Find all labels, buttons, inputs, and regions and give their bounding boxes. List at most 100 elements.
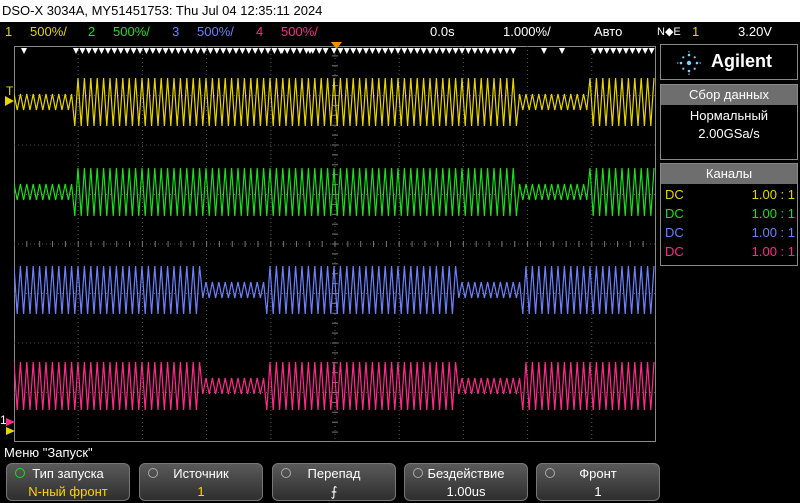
ground-arrow-icon — [6, 418, 15, 435]
softkey-trigger-type[interactable]: Тип запуска N-ный фронт — [6, 463, 130, 501]
trigger-mode[interactable]: Авто — [594, 22, 622, 42]
channel-status-bar: 1 500%/ 2 500%/ 3 500%/ 4 500%/ 0.0s 1.0… — [0, 22, 800, 42]
softkey-label: Бездействие — [427, 466, 505, 481]
softkey-value: N-ный фронт — [28, 484, 108, 499]
ch4-scale[interactable]: 500%/ — [281, 22, 318, 42]
trigger-tick-icon — [169, 48, 175, 54]
ch1-scale[interactable]: 500%/ — [30, 22, 67, 42]
trigger-tick-icon — [414, 48, 421, 54]
acquisition-box[interactable]: Сбор данных Нормальный 2.00GSa/s — [660, 84, 798, 160]
trigger-tick-icon — [629, 48, 636, 54]
softkey-label: Источник — [173, 466, 229, 481]
trigger-tick-icon — [635, 48, 642, 54]
agilent-spark-icon — [677, 51, 701, 75]
trigger-position-icon[interactable] — [331, 42, 343, 50]
softkey-label: Тип запуска — [32, 466, 104, 481]
ch4-number[interactable]: 4 — [256, 22, 263, 42]
softkey-idle-time[interactable]: Бездействие 1.00us — [404, 463, 528, 501]
brand-box: Agilent — [660, 44, 798, 80]
ch4-probe-ratio: 1.00 : 1 — [751, 244, 795, 259]
trigger-tick-icon — [465, 48, 472, 54]
trigger-tick-icon — [427, 48, 433, 54]
channel-row-4: DC 1.00 : 1 — [665, 242, 795, 261]
timebase-scale[interactable]: 1.000%/ — [503, 22, 551, 42]
trigger-tick-icon — [401, 48, 408, 54]
trigger-source[interactable]: 1 — [692, 22, 699, 42]
ch1-number[interactable]: 1 — [5, 22, 12, 42]
trigger-tick-icon — [226, 48, 233, 54]
trigger-tick-icon — [388, 48, 395, 54]
trigger-tick-icon — [484, 48, 491, 54]
waveform-display[interactable] — [14, 46, 656, 442]
trigger-tick-icon — [239, 48, 246, 54]
ch1-coupling: DC — [665, 187, 684, 202]
brand-logo-text: Agilent — [711, 51, 772, 71]
trigger-tick-icon — [452, 48, 459, 54]
horizontal-delay[interactable]: 0.0s — [430, 22, 455, 42]
ch3-probe-ratio: 1.00 : 1 — [751, 225, 795, 240]
trigger-tick-icon — [623, 48, 629, 54]
trigger-tick-icon — [478, 48, 485, 54]
ch4-coupling: DC — [665, 244, 684, 259]
trigger-tick-icon — [491, 48, 497, 54]
ch3-coupling: DC — [665, 225, 684, 240]
ch3-scale[interactable]: 500%/ — [197, 22, 234, 42]
trigger-tick-icon — [98, 48, 105, 54]
ch3-waveform — [14, 265, 655, 315]
ch1-waveform — [14, 77, 655, 127]
softkey-label: Перепад — [307, 466, 361, 481]
trigger-tick-icon — [284, 48, 291, 54]
trigger-tick-icon — [382, 48, 389, 54]
trigger-tick-icon — [350, 48, 357, 54]
trigger-tick-icon — [130, 48, 137, 54]
softkey-value: 1 — [594, 484, 602, 499]
trigger-tick-icon — [433, 48, 440, 54]
channel-row-1: DC 1.00 : 1 — [665, 185, 795, 204]
trigger-tick-icon — [258, 48, 265, 54]
trigger-type-icon: N◆E — [657, 26, 681, 38]
trigger-tick-icon — [143, 48, 150, 54]
trigger-tick-icon — [603, 48, 610, 54]
trigger-tick-icon — [181, 48, 188, 54]
title-bar: DSO-X 3034A, MY51451753: Thu Jul 04 12:3… — [0, 0, 800, 22]
trigger-tick-icon — [356, 48, 363, 54]
channels-box[interactable]: Каналы DC 1.00 : 1 DC 1.00 : 1 DC 1.00 :… — [660, 163, 798, 266]
trigger-tick-icon — [290, 48, 297, 54]
rising-edge-icon: ⨍ — [330, 484, 338, 499]
trigger-tick-icon — [648, 48, 655, 54]
trigger-tick-icon — [207, 48, 214, 54]
trigger-tick-icon — [213, 48, 220, 54]
ch2-probe-ratio: 1.00 : 1 — [751, 206, 795, 221]
ch2-waveform — [14, 167, 655, 217]
trigger-tick-icon — [559, 48, 565, 54]
softkey-label: Фронт — [579, 466, 617, 481]
channel-row-2: DC 1.00 : 1 — [665, 204, 795, 223]
trigger-tick-icon — [220, 48, 227, 54]
trigger-tick-icon — [117, 48, 124, 54]
ch2-scale[interactable]: 500%/ — [113, 22, 150, 42]
channel-row-3: DC 1.00 : 1 — [665, 223, 795, 242]
trigger-tick-icon — [149, 48, 156, 54]
trigger-tick-icon — [124, 48, 131, 54]
ch3-number[interactable]: 3 — [172, 22, 179, 42]
trigger-tick-icon — [446, 48, 453, 54]
softkey-edge[interactable]: Фронт 1 — [536, 463, 660, 501]
trigger-tick-icon — [343, 48, 350, 54]
trigger-level[interactable]: 3.20V — [738, 22, 772, 42]
trigger-tick-icon — [252, 48, 259, 54]
trigger-tick-icon — [375, 48, 382, 54]
sample-rate: 2.00GSa/s — [698, 126, 760, 141]
softkey-source[interactable]: Источник 1 — [139, 463, 263, 501]
trigger-tick-icon — [363, 48, 369, 54]
trigger-tick-icon — [316, 48, 323, 54]
channels-header: Каналы — [661, 164, 797, 184]
softkey-slope[interactable]: Перепад ⨍ — [272, 463, 396, 501]
trigger-tick-icon — [471, 48, 478, 54]
trigger-tick-icon — [510, 48, 517, 54]
trigger-tick-icon — [85, 48, 92, 54]
acquisition-header: Сбор данных — [661, 85, 797, 105]
trigger-tick-icon — [322, 48, 329, 54]
ch2-number[interactable]: 2 — [88, 22, 95, 42]
trigger-tick-icon — [395, 48, 401, 54]
trigger-tick-icon — [459, 48, 465, 54]
